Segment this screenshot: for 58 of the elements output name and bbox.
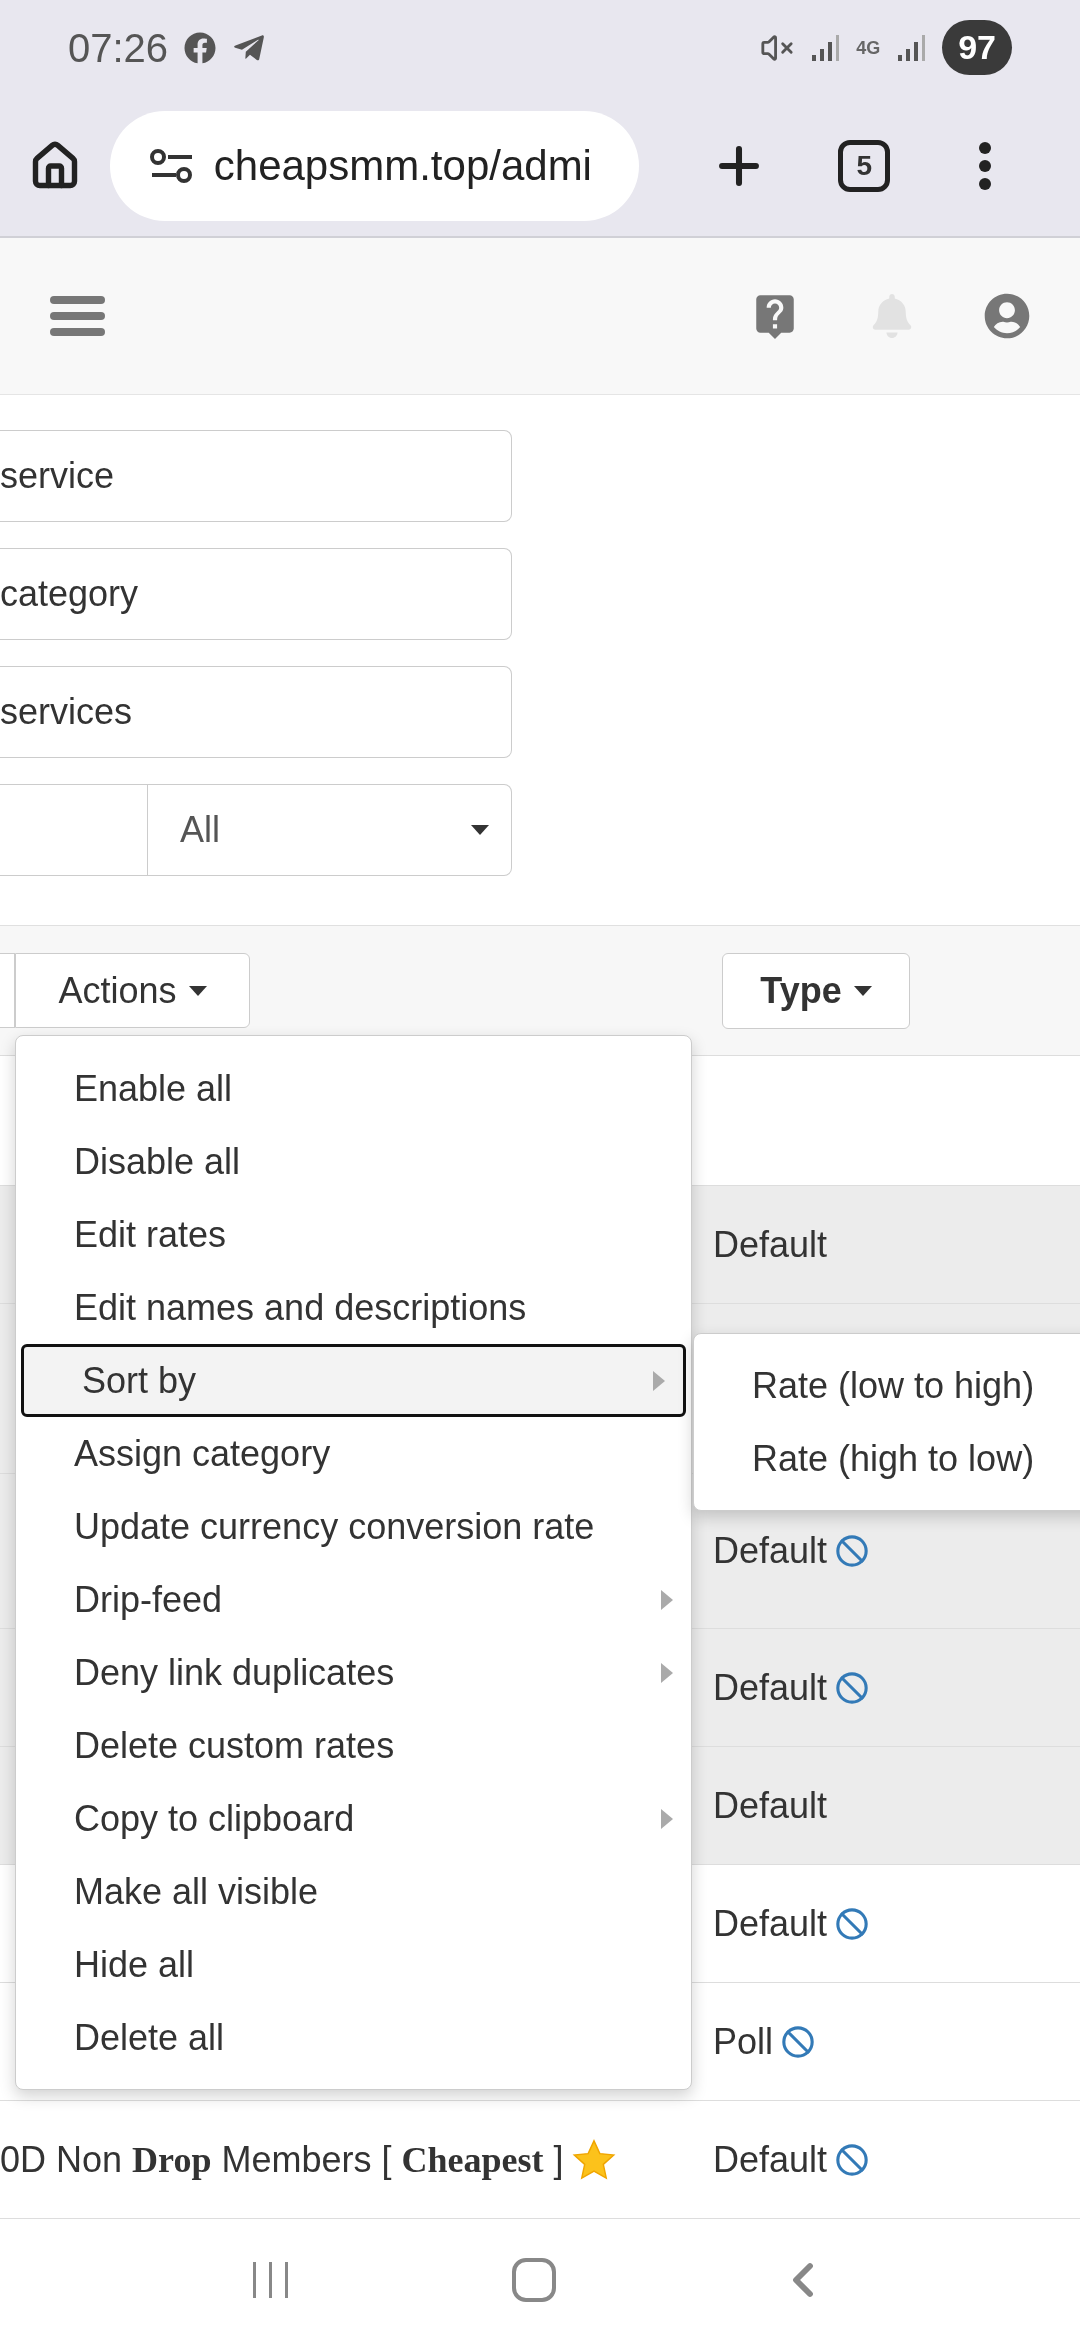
account-icon <box>984 293 1030 339</box>
filter-select[interactable]: All <box>148 784 512 876</box>
address-bar[interactable]: cheapsmm.top/admi <box>109 110 639 221</box>
disabled-icon <box>835 1670 870 1705</box>
service-type: Poll <box>713 2019 774 2064</box>
tune-icon <box>149 147 194 184</box>
menu-item[interactable]: Copy to clipboard <box>16 1782 691 1855</box>
signal-icon <box>810 32 841 63</box>
url-text: cheapsmm.top/admi <box>213 141 592 191</box>
filter-field[interactable] <box>0 784 148 876</box>
service-type: Default <box>713 1222 828 1267</box>
filter-field[interactable]: category <box>0 548 512 640</box>
service-type: Default <box>713 1783 828 1828</box>
menu-item[interactable]: Delete custom rates <box>16 1709 691 1782</box>
submenu-arrow-icon <box>661 1589 673 1610</box>
actions-button[interactable]: Actions <box>15 953 250 1028</box>
menu-item[interactable]: Make all visible <box>16 1855 691 1928</box>
caret-icon <box>471 825 489 835</box>
service-type: Default <box>713 1901 828 1946</box>
menu-item[interactable]: Edit names and descriptions <box>16 1271 691 1344</box>
battery-level: 97 <box>942 20 1012 75</box>
filter-field[interactable]: services <box>0 666 512 758</box>
more-icon <box>978 140 993 191</box>
menu-item[interactable]: Disable all <box>16 1125 691 1198</box>
menu-item[interactable]: Sort by <box>21 1344 686 1417</box>
facebook-icon <box>184 31 217 64</box>
menu-item[interactable]: Assign category <box>16 1417 691 1490</box>
tab-count-button[interactable]: 5 <box>838 139 891 192</box>
home-nav-icon <box>511 2257 557 2303</box>
caret-icon <box>853 985 872 996</box>
caret-icon <box>188 985 207 996</box>
filter-field[interactable]: service <box>0 430 512 522</box>
service-name: 0D Non Drop Members [ Cheapest ] <box>0 2137 564 2182</box>
disabled-icon <box>835 1534 870 1568</box>
menu-item[interactable]: Hide all <box>16 1928 691 2001</box>
menu-item[interactable]: Rate (high to low) <box>694 1422 1080 1495</box>
home-nav-button[interactable] <box>511 2257 557 2303</box>
type-button[interactable]: Type <box>722 952 910 1029</box>
disabled-icon <box>781 2024 816 2059</box>
menu-item[interactable]: Deny link duplicates <box>16 1636 691 1709</box>
disabled-icon <box>835 1906 870 1941</box>
network-type: 4G <box>856 38 881 57</box>
submenu-arrow-icon <box>661 1808 673 1829</box>
submenu-arrow-icon <box>653 1370 665 1391</box>
submenu-arrow-icon <box>661 1662 673 1683</box>
menu-item[interactable]: Delete all <box>16 2001 691 2074</box>
menu-item[interactable]: Drip-feed <box>16 1563 691 1636</box>
account-button[interactable] <box>984 293 1030 339</box>
menu-item[interactable]: Edit rates <box>16 1198 691 1271</box>
service-type: Default <box>713 1529 828 1573</box>
menu-item[interactable]: Rate (low to high) <box>694 1349 1080 1422</box>
signal-icon <box>896 32 927 63</box>
disabled-icon <box>835 2142 870 2177</box>
menu-item[interactable]: Enable all <box>16 1052 691 1125</box>
clock: 07:26 <box>68 24 169 72</box>
menu-item[interactable]: Update currency conversion rate <box>16 1490 691 1563</box>
service-type: Default <box>713 2137 828 2182</box>
service-type: Default <box>713 1665 828 1710</box>
